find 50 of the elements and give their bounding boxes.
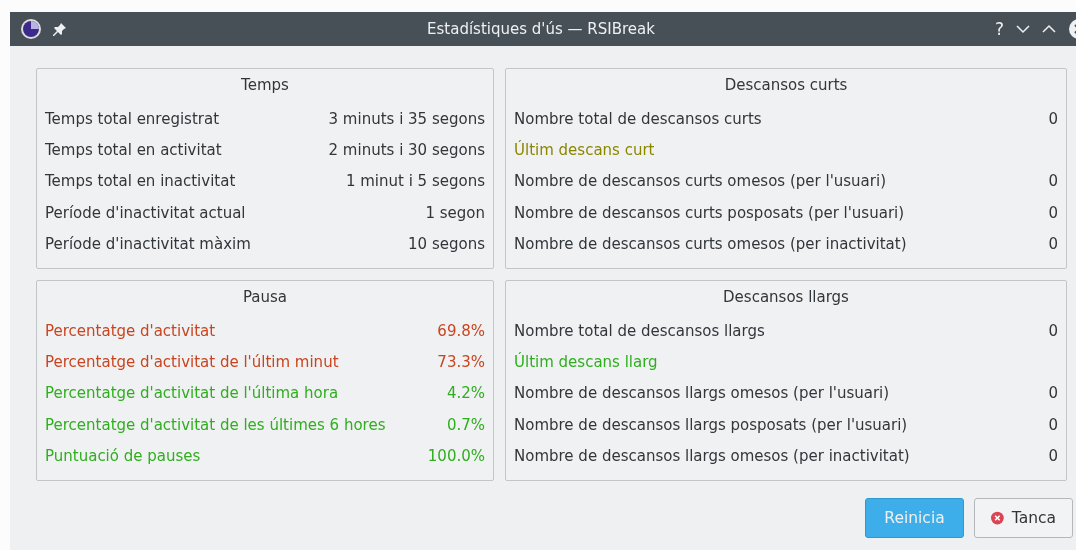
stat-value: 0 xyxy=(1048,203,1058,222)
stat-value: 100.0% xyxy=(427,446,485,465)
stat-label: Temps total en inactivitat xyxy=(45,172,236,191)
stat-value: 1 minut i 5 segons xyxy=(345,172,485,191)
minimize-icon[interactable] xyxy=(1016,24,1030,34)
stat-label: Percentatge d'activitat de les últimes 6 hores xyxy=(45,415,386,434)
help-button[interactable]: ? xyxy=(994,19,1004,39)
stat-value: 3 minuts i 35 segons xyxy=(328,109,485,128)
stat-label: Temps total en activitat xyxy=(45,140,222,159)
pin-icon[interactable] xyxy=(52,21,68,37)
stat-label: Nombre de descansos curts omesos (per l'usuari) xyxy=(514,172,886,191)
stat-value: 0.7% xyxy=(446,415,485,434)
stat-value: 0 xyxy=(1048,109,1058,128)
app-icon xyxy=(20,18,42,40)
stat-value: 1 segon xyxy=(425,203,485,222)
stat-label: Període d'inactivitat actual xyxy=(45,203,246,222)
stat-value: 69.8% xyxy=(437,321,485,340)
maximize-icon[interactable] xyxy=(1042,24,1056,34)
close-button[interactable]: Tanca xyxy=(974,498,1073,538)
stat-value: 2 minuts i 30 segons xyxy=(328,140,485,159)
group-title: Descansos llargs xyxy=(722,287,850,308)
stat-value: 4.2% xyxy=(446,384,485,403)
stat-label: Nombre de descansos llargs omesos (per l'usuari) xyxy=(514,384,890,403)
group-title: Temps xyxy=(240,75,290,96)
stat-label: Percentatge d'activitat xyxy=(45,321,216,340)
stat-value: 0 xyxy=(1048,415,1058,434)
stat-value: 0 xyxy=(1048,321,1058,340)
close-icon xyxy=(991,511,1004,525)
stat-value: 0 xyxy=(1048,446,1058,465)
stat-label: Percentatge d'activitat de l'última hora xyxy=(45,384,339,403)
stat-label: Nombre total de descansos curts xyxy=(514,109,762,128)
stat-label: Percentatge d'activitat de l'últim minut xyxy=(45,352,339,371)
stat-label: Últim descans curt xyxy=(514,140,655,159)
stat-label: Últim descans llarg xyxy=(514,352,658,371)
group-title: Descansos curts xyxy=(723,75,849,96)
stat-label: Nombre total de descansos llargs xyxy=(514,321,765,340)
stat-label: Puntuació de pauses xyxy=(45,446,201,465)
window-title: Estadístiques d'ús — RSIBreak xyxy=(427,20,655,38)
group-title: Pausa xyxy=(241,287,289,308)
stat-value: 73.3% xyxy=(437,352,485,371)
stat-label: Nombre de descansos curts omesos (per inactivitat) xyxy=(514,234,907,253)
stat-label: Període d'inactivitat màxim xyxy=(45,234,251,253)
stat-value: 10 segons xyxy=(408,234,485,253)
stat-value: 0 xyxy=(1048,172,1058,191)
stat-value: 0 xyxy=(1048,384,1058,403)
stat-label: Nombre de descansos llargs posposats (per l'usuari) xyxy=(514,415,908,434)
stat-value: 0 xyxy=(1048,234,1058,253)
stat-label: Nombre de descansos llargs omesos (per inactivitat) xyxy=(514,446,910,465)
stat-label: Nombre de descansos curts posposats (per l'usuari) xyxy=(514,203,905,222)
stat-label: Temps total enregistrat xyxy=(45,109,220,128)
